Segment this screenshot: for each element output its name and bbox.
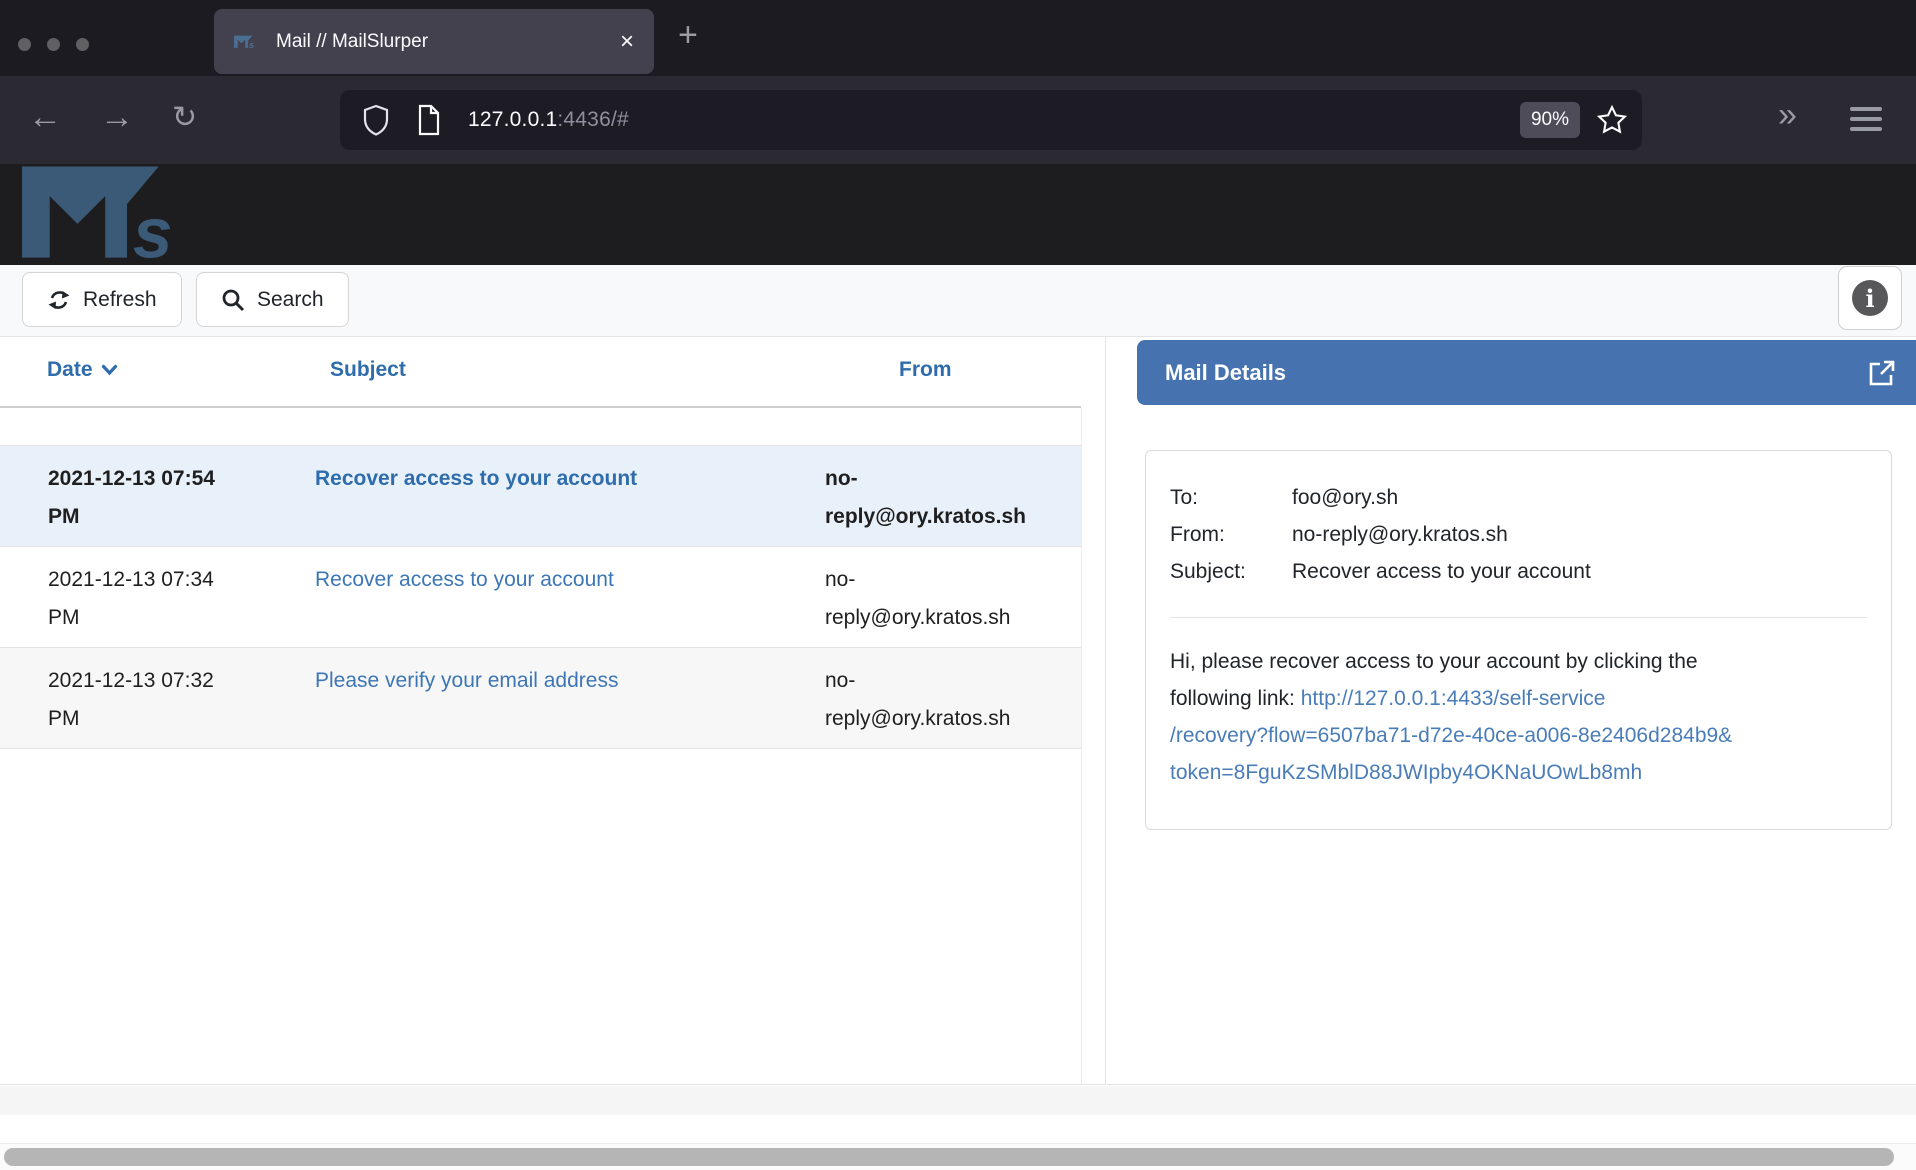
window-controls[interactable] xyxy=(18,38,89,51)
sort-chevron-down-icon xyxy=(101,364,118,376)
tab-title: Mail // MailSlurper xyxy=(276,31,428,53)
mail-list-column-headers: Date Subject From xyxy=(0,337,1081,408)
refresh-icon xyxy=(47,288,71,312)
column-header-date-label: Date xyxy=(47,358,93,382)
mail-row[interactable]: 2021-12-13 07:34 PM Recover access to yo… xyxy=(0,547,1081,648)
browser-navbar: ← → ↻ 127.0.0.1:4436/# 90% » xyxy=(0,76,1916,164)
forward-icon[interactable]: → xyxy=(100,98,134,137)
url-host: 127.0.0.1 xyxy=(468,108,557,131)
mail-body-line: Hi, please recover access to your accoun… xyxy=(1170,643,1867,680)
info-button[interactable]: i xyxy=(1838,266,1902,330)
url-bar[interactable]: 127.0.0.1:4436/# 90% xyxy=(340,90,1642,150)
field-to-value: foo@ory.sh xyxy=(1292,479,1398,516)
mailslurper-header: s xyxy=(0,164,1916,265)
field-from: From: no-reply@ory.kratos.sh xyxy=(1170,516,1867,553)
bookmark-star-icon[interactable] xyxy=(1596,104,1628,136)
browser-tab-bar: s Mail // MailSlurper × + xyxy=(0,0,1916,76)
mail-row-subject-link[interactable]: Please verify your email address xyxy=(315,662,805,700)
search-button[interactable]: Search xyxy=(196,272,349,327)
toolbar-strip: Refresh Search i xyxy=(0,265,1916,337)
refresh-button[interactable]: Refresh xyxy=(22,272,182,327)
tab-close-icon[interactable]: × xyxy=(620,30,634,54)
mail-rows: 2021-12-13 07:54 PM Recover access to yo… xyxy=(0,445,1081,749)
toolbar-overflow-icon[interactable]: » xyxy=(1778,96,1799,135)
mail-row-subject-link[interactable]: Recover access to your account xyxy=(315,460,805,498)
mail-details-title: Mail Details xyxy=(1165,360,1286,386)
column-header-from[interactable]: From xyxy=(899,358,952,382)
horizontal-scrollbar[interactable] xyxy=(0,1143,1916,1170)
mail-row[interactable]: 2021-12-13 07:32 PM Please verify your e… xyxy=(0,648,1081,749)
recovery-link[interactable]: http://127.0.0.1:4433/self-service xyxy=(1301,687,1606,710)
mail-details-card: To: foo@ory.sh From: no-reply@ory.kratos… xyxy=(1145,450,1892,830)
search-icon xyxy=(221,288,245,312)
recovery-link[interactable]: token=8FguKzSMblD88JWIpby4OKNaUOwLb8mh xyxy=(1170,761,1642,784)
recovery-link[interactable]: /recovery?flow=6507ba71-d72e-40ce-a006-8… xyxy=(1170,724,1732,747)
info-icon: i xyxy=(1852,280,1888,316)
bottom-gray-strip xyxy=(0,1086,1916,1115)
field-subject: Subject: Recover access to your account xyxy=(1170,553,1867,590)
field-from-value: no-reply@ory.kratos.sh xyxy=(1292,516,1508,553)
mail-body-line: following link: http://127.0.0.1:4433/se… xyxy=(1170,680,1867,717)
page-zoom-badge[interactable]: 90% xyxy=(1520,102,1580,138)
open-external-icon[interactable] xyxy=(1866,357,1898,389)
logo-s: s xyxy=(133,194,173,262)
mail-row-subject-link[interactable]: Recover access to your account xyxy=(315,561,805,599)
mailslurper-logo: s xyxy=(22,166,230,262)
horizontal-scrollbar-thumb[interactable] xyxy=(4,1148,1894,1166)
mail-details-header: Mail Details xyxy=(1137,340,1916,405)
bottom-white-strip xyxy=(0,1115,1916,1143)
new-tab-button[interactable]: + xyxy=(678,16,698,55)
menu-hamburger-icon[interactable] xyxy=(1850,107,1882,137)
shield-icon[interactable] xyxy=(362,104,390,136)
reload-icon[interactable]: ↻ xyxy=(172,100,197,135)
url-text[interactable]: 127.0.0.1:4436/# xyxy=(468,108,629,132)
mail-row-date: 2021-12-13 07:34 PM xyxy=(48,561,228,637)
list-right-divider xyxy=(1081,408,1082,1084)
mail-list-panel: Date Subject From 2021-12-13 07:54 PM Re… xyxy=(0,337,1106,1085)
mail-body-text: following link: xyxy=(1170,687,1301,710)
mail-body-line: token=8FguKzSMblD88JWIpby4OKNaUOwLb8mh xyxy=(1170,754,1867,791)
mail-row-date: 2021-12-13 07:32 PM xyxy=(48,662,228,738)
refresh-button-label: Refresh xyxy=(83,288,157,312)
mail-row-selected[interactable]: 2021-12-13 07:54 PM Recover access to yo… xyxy=(0,446,1081,547)
mail-row-from: no-reply@ory.kratos.sh xyxy=(825,662,1025,738)
field-subject-value: Recover access to your account xyxy=(1292,553,1591,590)
field-from-label: From: xyxy=(1170,516,1292,553)
mail-row-from: no-reply@ory.kratos.sh xyxy=(825,561,1025,637)
column-header-subject[interactable]: Subject xyxy=(330,358,406,382)
field-to-label: To: xyxy=(1170,479,1292,516)
tab-favicon-s: s xyxy=(249,39,254,50)
mail-body-line: /recovery?flow=6507ba71-d72e-40ce-a006-8… xyxy=(1170,717,1867,754)
card-divider xyxy=(1170,617,1867,618)
mail-details-panel: Mail Details To: foo@ory.sh From: no-rep… xyxy=(1107,337,1916,1085)
field-subject-label: Subject: xyxy=(1170,553,1292,590)
column-header-date[interactable]: Date xyxy=(47,358,118,382)
back-icon[interactable]: ← xyxy=(28,98,62,137)
mail-row-date: 2021-12-13 07:54 PM xyxy=(48,460,228,536)
page-info-icon[interactable] xyxy=(416,104,442,136)
field-to: To: foo@ory.sh xyxy=(1170,479,1867,516)
url-port-path: :4436/# xyxy=(557,108,628,131)
mail-row-from: no-reply@ory.kratos.sh xyxy=(825,460,1025,536)
tab-favicon-mailslurper-icon: s xyxy=(234,31,262,53)
search-button-label: Search xyxy=(257,288,324,312)
browser-tab[interactable]: s Mail // MailSlurper × xyxy=(214,9,654,74)
